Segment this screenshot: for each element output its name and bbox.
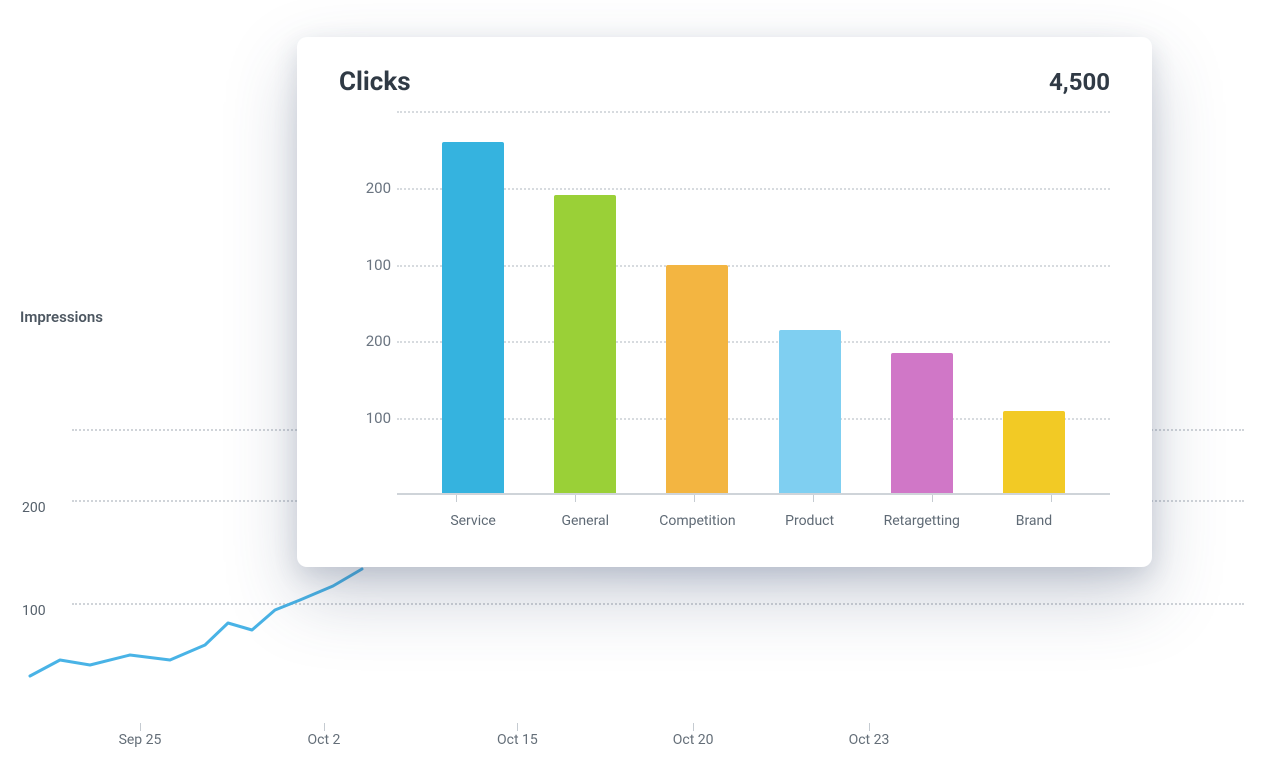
clicks-xtick: Competition [641, 513, 753, 541]
clicks-ytick: 100 [347, 409, 391, 427]
clicks-ytick: 200 [347, 179, 391, 197]
clicks-xtick: General [529, 513, 641, 541]
clicks-bar [891, 353, 953, 495]
clicks-bar-chart: 100 200 100 200 ServiceGeneralCompetitionPr… [339, 111, 1110, 541]
clicks-xtick: Service [417, 513, 529, 541]
clicks-total: 4,500 [1049, 68, 1110, 96]
impressions-x-axis: Sep 25 Oct 2 Oct 15 Oct 20 Oct 23 [72, 722, 1244, 762]
impressions-xtick: Oct 15 [497, 732, 538, 748]
clicks-title: Clicks [339, 67, 411, 97]
clicks-ytick: 200 [347, 332, 391, 350]
clicks-bar [779, 330, 841, 495]
clicks-bar [666, 265, 728, 495]
clicks-xtick: Retargetting [866, 513, 978, 541]
clicks-ytick: 100 [347, 256, 391, 274]
clicks-bar [442, 142, 504, 495]
clicks-bar [1003, 411, 1065, 495]
impressions-xtick: Oct 2 [308, 732, 341, 748]
clicks-bar [554, 195, 616, 495]
clicks-card: Clicks 4,500 100 200 100 200 ServiceGeneral… [297, 37, 1152, 567]
impressions-xtick: Sep 25 [119, 732, 162, 748]
impressions-xtick: Oct 20 [673, 732, 714, 748]
clicks-xtick: Product [754, 513, 866, 541]
clicks-xtick: Brand [978, 513, 1090, 541]
impressions-xtick: Oct 23 [849, 732, 890, 748]
